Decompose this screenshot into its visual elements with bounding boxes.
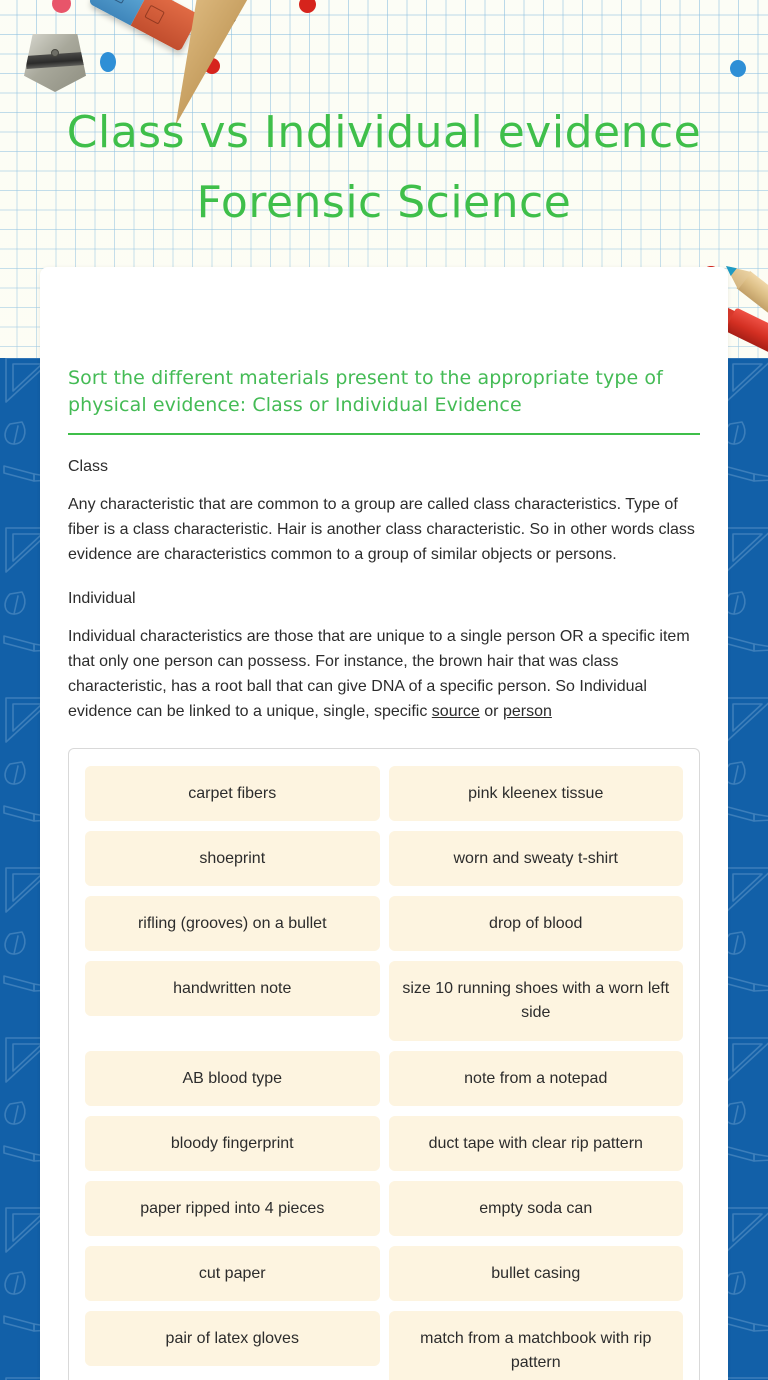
individual-label: Individual bbox=[68, 590, 136, 607]
answer-tile[interactable]: rifling (grooves) on a bullet bbox=[85, 896, 380, 951]
answer-tiles-grid: carpet fibers pink kleenex tissue shoeprin… bbox=[85, 766, 683, 1380]
answer-tile[interactable]: bullet casing bbox=[388, 1246, 683, 1301]
answer-tile[interactable]: cut paper bbox=[85, 1246, 380, 1301]
individual-description: Individual characteristics are those tha… bbox=[68, 624, 700, 724]
answer-tile[interactable]: empty soda can bbox=[388, 1181, 683, 1236]
answer-tile[interactable]: AB blood type bbox=[85, 1051, 380, 1106]
answer-tile[interactable]: paper ripped into 4 pieces bbox=[85, 1181, 380, 1236]
title-line-1: Class vs Individual evidence bbox=[66, 107, 702, 158]
person-link[interactable]: person bbox=[503, 703, 552, 720]
answer-tile[interactable]: bloody fingerprint bbox=[85, 1116, 380, 1171]
content-card: Sort the different materials present to … bbox=[40, 267, 728, 1380]
answer-tile[interactable]: drop of blood bbox=[388, 896, 683, 951]
answer-tile[interactable]: note from a notepad bbox=[388, 1051, 683, 1106]
class-label: Class bbox=[68, 458, 109, 475]
answer-tile[interactable]: duct tape with clear rip pattern bbox=[388, 1116, 683, 1171]
source-link[interactable]: source bbox=[432, 703, 480, 720]
answer-tile[interactable]: carpet fibers bbox=[85, 766, 380, 821]
answer-tile[interactable]: pair of latex gloves bbox=[85, 1311, 380, 1366]
title-line-2: Forensic Science bbox=[196, 177, 572, 228]
individual-description-text: Individual characteristics are those tha… bbox=[68, 628, 690, 720]
instructions-text: Sort the different materials present to … bbox=[68, 267, 700, 435]
answer-tile[interactable]: handwritten note bbox=[85, 961, 380, 1016]
answer-tile[interactable]: match from a matchbook with rip pattern bbox=[388, 1311, 683, 1380]
answer-tiles-panel: carpet fibers pink kleenex tissue shoeprin… bbox=[68, 748, 700, 1380]
answer-tile[interactable]: shoeprint bbox=[85, 831, 380, 886]
page-title: Class vs Individual evidence Forensic Sc… bbox=[0, 98, 768, 238]
class-description: Any characteristic that are common to a … bbox=[68, 496, 695, 563]
conjunction-text: or bbox=[479, 703, 503, 720]
answer-tile[interactable]: size 10 running shoes with a worn left s… bbox=[388, 961, 683, 1041]
answer-tile[interactable]: pink kleenex tissue bbox=[388, 766, 683, 821]
answer-tile[interactable]: worn and sweaty t-shirt bbox=[388, 831, 683, 886]
